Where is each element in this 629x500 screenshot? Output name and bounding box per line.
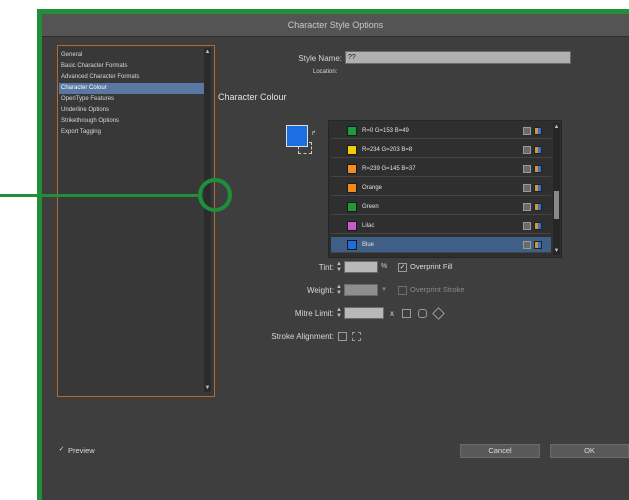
scroll-up-icon[interactable]: ▲ — [204, 48, 211, 56]
swatch-row[interactable]: R=0 G=153 B=49 — [331, 123, 551, 139]
round-join-icon[interactable] — [418, 309, 427, 318]
spot-colour-icon — [523, 146, 531, 154]
preview-checkbox[interactable]: ✓ — [57, 446, 66, 455]
swatch-row[interactable]: Lilac — [331, 218, 551, 234]
location-label: Location: — [313, 69, 338, 75]
swatch-chip — [347, 221, 357, 231]
category-export-tagging[interactable]: Export Tagging — [59, 127, 205, 138]
overprint-fill-label: Overprint Fill — [410, 262, 453, 271]
swatch-chip — [347, 164, 357, 174]
category-basic-character-formats[interactable]: Basic Character Formats — [59, 61, 205, 72]
swatch-row[interactable]: R=239 G=145 B=37 — [331, 161, 551, 177]
tint-input[interactable] — [344, 261, 378, 273]
scroll-thumb[interactable] — [554, 191, 559, 219]
spot-colour-icon — [523, 184, 531, 192]
category-scrollbar[interactable]: ▲ ▼ — [204, 48, 211, 392]
weight-label: Weight: — [307, 286, 334, 295]
mitre-stepper-icon[interactable]: ▲ ▼ — [336, 307, 342, 319]
category-strikethrough-options[interactable]: Strikethrough Options — [59, 116, 205, 127]
swatch-row[interactable]: R=234 G=203 B=8 — [331, 142, 551, 158]
swatch-chip — [347, 145, 357, 155]
overprint-stroke-label: Overprint Stroke — [410, 285, 465, 294]
weight-stepper-icon[interactable]: ▲ ▼ — [336, 284, 342, 296]
colour-mode-icon — [534, 127, 542, 135]
category-opentype-features[interactable]: OpenType Features — [59, 94, 205, 105]
tint-stepper-icon[interactable]: ▲ ▼ — [336, 261, 342, 273]
swatch-chip — [347, 126, 357, 136]
scroll-down-icon[interactable]: ▼ — [553, 247, 560, 255]
swatch-chip — [347, 202, 357, 212]
swatch-name: R=234 G=203 B=8 — [362, 147, 413, 153]
swap-colours-icon[interactable]: ↱ — [311, 130, 316, 137]
colour-mode-icon — [534, 222, 542, 230]
swatch-chip — [347, 183, 357, 193]
swatch-scrollbar[interactable]: ▲ ▼ — [553, 123, 560, 255]
scroll-down-icon[interactable]: ▼ — [204, 384, 211, 392]
swatch-list: R=0 G=153 B=49 R=234 G=203 B=8 R=239 G=1… — [328, 120, 562, 258]
swatch-row[interactable]: Orange — [331, 180, 551, 196]
cancel-button[interactable]: Cancel — [460, 444, 540, 458]
style-name-input[interactable]: ?? — [345, 51, 571, 64]
category-underline-options[interactable]: Underline Options — [59, 105, 205, 116]
spot-colour-icon — [523, 241, 531, 249]
colour-mode-icon — [534, 165, 542, 173]
category-general[interactable]: General — [59, 50, 205, 61]
fill-colour-icon[interactable] — [286, 125, 308, 147]
mitre-limit-input[interactable] — [344, 307, 384, 319]
colour-mode-icon — [534, 203, 542, 211]
swatch-row[interactable]: Green — [331, 199, 551, 215]
align-center-icon[interactable] — [338, 332, 347, 341]
weight-dropdown-icon[interactable]: ▾ — [379, 284, 389, 296]
spot-colour-icon — [523, 222, 531, 230]
callout-line — [0, 194, 200, 197]
swatch-chip — [347, 240, 357, 250]
swatch-name: Blue — [362, 242, 375, 248]
swatch-name: Lilac — [362, 223, 375, 229]
tint-dropdown-icon[interactable]: % — [379, 261, 389, 273]
category-advanced-character-formats[interactable]: Advanced Character Formats — [59, 72, 205, 83]
scroll-up-icon[interactable]: ▲ — [553, 123, 560, 131]
category-character-colour[interactable]: Character Colour — [59, 83, 205, 94]
ok-button[interactable]: OK — [550, 444, 629, 458]
category-list: General Basic Character Formats Advanced… — [57, 45, 215, 397]
swatch-name: Green — [362, 204, 379, 210]
miter-join-icon[interactable] — [402, 309, 411, 318]
stroke-alignment-label: Stroke Alignment: — [271, 332, 334, 341]
align-outside-icon[interactable] — [352, 332, 361, 341]
character-style-options-dialog: Character Style Options General Basic Ch… — [42, 14, 629, 500]
section-title: Character Colour — [218, 92, 287, 102]
swatch-name: Orange — [362, 185, 383, 191]
preview-label: Preview — [68, 446, 95, 455]
mitre-limit-label: Mitre Limit: — [294, 309, 334, 318]
dialog-title: Character Style Options — [42, 14, 629, 37]
colour-mode-icon — [534, 241, 542, 249]
spot-colour-icon — [523, 203, 531, 211]
callout-circle — [198, 178, 232, 212]
style-name-label: Style Name: — [298, 54, 342, 63]
colour-mode-icon — [534, 146, 542, 154]
colour-mode-icon — [534, 184, 542, 192]
tint-label: Tint: — [318, 263, 334, 272]
overprint-fill-checkbox[interactable]: ✓ — [398, 263, 407, 272]
swatch-name: R=0 G=153 B=49 — [362, 128, 409, 134]
bevel-join-icon[interactable] — [432, 307, 445, 320]
spot-colour-icon — [523, 165, 531, 173]
swatch-name: R=239 G=145 B=37 — [362, 166, 416, 172]
mitre-x-label: x — [390, 309, 394, 318]
overprint-stroke-checkbox[interactable] — [398, 286, 407, 295]
spot-colour-icon — [523, 127, 531, 135]
weight-input[interactable] — [344, 284, 378, 296]
swatch-row-selected[interactable]: Blue — [331, 237, 551, 253]
